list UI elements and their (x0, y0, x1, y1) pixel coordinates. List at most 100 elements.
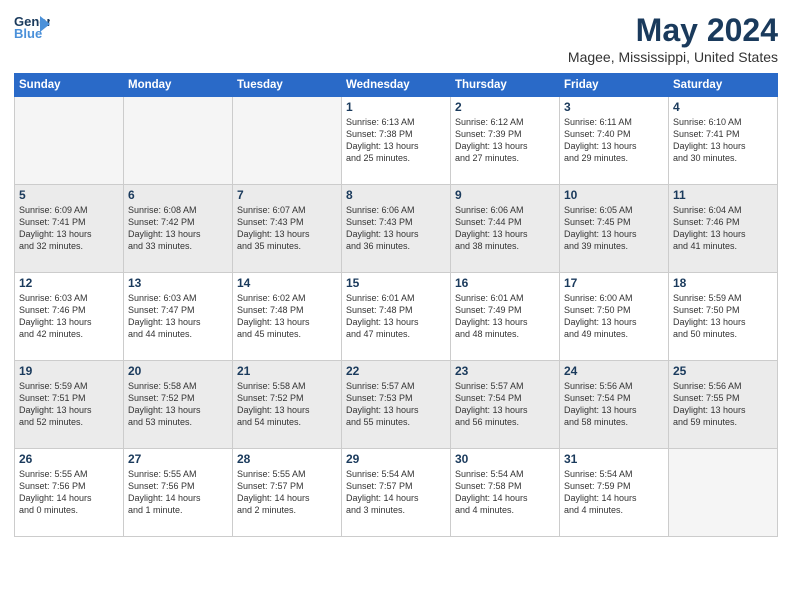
table-row: 1 Sunrise: 6:13 AM Sunset: 7:38 PM Daylig… (342, 97, 451, 185)
table-row: 8 Sunrise: 6:06 AM Sunset: 7:43 PM Daylig… (342, 185, 451, 273)
day-info: Sunrise: 6:10 AM Sunset: 7:41 PM Dayligh… (673, 116, 773, 165)
table-row: 15 Sunrise: 6:01 AM Sunset: 7:48 PM Dayli… (342, 273, 451, 361)
col-thursday: Thursday (451, 74, 560, 97)
day-number: 2 (455, 100, 555, 114)
day-info: Sunrise: 6:06 AM Sunset: 7:43 PM Dayligh… (346, 204, 446, 253)
day-info: Sunrise: 6:01 AM Sunset: 7:49 PM Dayligh… (455, 292, 555, 341)
day-info: Sunrise: 5:59 AM Sunset: 7:51 PM Dayligh… (19, 380, 119, 429)
day-info: Sunrise: 6:12 AM Sunset: 7:39 PM Dayligh… (455, 116, 555, 165)
day-number: 14 (237, 276, 337, 290)
col-tuesday: Tuesday (233, 74, 342, 97)
day-number: 13 (128, 276, 228, 290)
table-row: 20 Sunrise: 5:58 AM Sunset: 7:52 PM Dayli… (124, 361, 233, 449)
day-info: Sunrise: 5:57 AM Sunset: 7:54 PM Dayligh… (455, 380, 555, 429)
day-info: Sunrise: 6:02 AM Sunset: 7:48 PM Dayligh… (237, 292, 337, 341)
day-number: 28 (237, 452, 337, 466)
table-row: 16 Sunrise: 6:01 AM Sunset: 7:49 PM Dayli… (451, 273, 560, 361)
day-number: 15 (346, 276, 446, 290)
day-number: 26 (19, 452, 119, 466)
day-number: 3 (564, 100, 664, 114)
day-info: Sunrise: 5:54 AM Sunset: 7:57 PM Dayligh… (346, 468, 446, 517)
table-row: 18 Sunrise: 5:59 AM Sunset: 7:50 PM Dayli… (669, 273, 778, 361)
day-info: Sunrise: 5:55 AM Sunset: 7:57 PM Dayligh… (237, 468, 337, 517)
header-row: Sunday Monday Tuesday Wednesday Thursday… (15, 74, 778, 97)
day-number: 9 (455, 188, 555, 202)
day-number: 18 (673, 276, 773, 290)
day-info: Sunrise: 6:06 AM Sunset: 7:44 PM Dayligh… (455, 204, 555, 253)
day-info: Sunrise: 6:03 AM Sunset: 7:47 PM Dayligh… (128, 292, 228, 341)
day-number: 1 (346, 100, 446, 114)
svg-text:Blue: Blue (14, 26, 42, 40)
table-row: 21 Sunrise: 5:58 AM Sunset: 7:52 PM Dayli… (233, 361, 342, 449)
day-number: 29 (346, 452, 446, 466)
week-row-2: 5 Sunrise: 6:09 AM Sunset: 7:41 PM Daylig… (15, 185, 778, 273)
day-info: Sunrise: 6:13 AM Sunset: 7:38 PM Dayligh… (346, 116, 446, 165)
logo-icon: General Blue (14, 12, 50, 40)
day-info: Sunrise: 5:55 AM Sunset: 7:56 PM Dayligh… (128, 468, 228, 517)
day-info: Sunrise: 6:08 AM Sunset: 7:42 PM Dayligh… (128, 204, 228, 253)
day-info: Sunrise: 6:01 AM Sunset: 7:48 PM Dayligh… (346, 292, 446, 341)
day-number: 30 (455, 452, 555, 466)
table-row: 10 Sunrise: 6:05 AM Sunset: 7:45 PM Dayli… (560, 185, 669, 273)
calendar-page: General Blue May 2024 Magee, Mississippi… (0, 0, 792, 612)
day-info: Sunrise: 6:07 AM Sunset: 7:43 PM Dayligh… (237, 204, 337, 253)
table-row: 3Sunrise: 6:11 AM Sunset: 7:40 PM Daylig… (560, 97, 669, 185)
day-info: Sunrise: 5:55 AM Sunset: 7:56 PM Dayligh… (19, 468, 119, 517)
table-row: 4Sunrise: 6:10 AM Sunset: 7:41 PM Daylig… (669, 97, 778, 185)
day-number: 27 (128, 452, 228, 466)
col-sunday: Sunday (15, 74, 124, 97)
day-number: 21 (237, 364, 337, 378)
table-row: 19 Sunrise: 5:59 AM Sunset: 7:51 PM Dayli… (15, 361, 124, 449)
day-number: 11 (673, 188, 773, 202)
table-row (124, 97, 233, 185)
day-number: 22 (346, 364, 446, 378)
day-number: 6 (128, 188, 228, 202)
table-row: 5 Sunrise: 6:09 AM Sunset: 7:41 PM Daylig… (15, 185, 124, 273)
table-row: 26 Sunrise: 5:55 AM Sunset: 7:56 PM Dayli… (15, 449, 124, 537)
day-info: Sunrise: 6:03 AM Sunset: 7:46 PM Dayligh… (19, 292, 119, 341)
col-saturday: Saturday (669, 74, 778, 97)
day-number: 24 (564, 364, 664, 378)
day-number: 19 (19, 364, 119, 378)
day-number: 23 (455, 364, 555, 378)
table-row: 17Sunrise: 6:00 AM Sunset: 7:50 PM Dayli… (560, 273, 669, 361)
week-row-3: 12Sunrise: 6:03 AM Sunset: 7:46 PM Dayli… (15, 273, 778, 361)
table-row: 13 Sunrise: 6:03 AM Sunset: 7:47 PM Dayli… (124, 273, 233, 361)
day-number: 5 (19, 188, 119, 202)
col-friday: Friday (560, 74, 669, 97)
day-number: 20 (128, 364, 228, 378)
col-wednesday: Wednesday (342, 74, 451, 97)
week-row-1: 1 Sunrise: 6:13 AM Sunset: 7:38 PM Daylig… (15, 97, 778, 185)
day-info: Sunrise: 5:59 AM Sunset: 7:50 PM Dayligh… (673, 292, 773, 341)
logo: General Blue (14, 12, 50, 40)
table-row: 28 Sunrise: 5:55 AM Sunset: 7:57 PM Dayli… (233, 449, 342, 537)
day-number: 8 (346, 188, 446, 202)
table-row: 22Sunrise: 5:57 AM Sunset: 7:53 PM Dayli… (342, 361, 451, 449)
day-info: Sunrise: 6:05 AM Sunset: 7:45 PM Dayligh… (564, 204, 664, 253)
day-info: Sunrise: 5:54 AM Sunset: 7:59 PM Dayligh… (564, 468, 664, 517)
table-row (233, 97, 342, 185)
table-row: 14 Sunrise: 6:02 AM Sunset: 7:48 PM Dayli… (233, 273, 342, 361)
table-row (15, 97, 124, 185)
day-info: Sunrise: 6:04 AM Sunset: 7:46 PM Dayligh… (673, 204, 773, 253)
table-row: 29 Sunrise: 5:54 AM Sunset: 7:57 PM Dayli… (342, 449, 451, 537)
table-row: 24Sunrise: 5:56 AM Sunset: 7:54 PM Dayli… (560, 361, 669, 449)
table-row: 11 Sunrise: 6:04 AM Sunset: 7:46 PM Dayli… (669, 185, 778, 273)
table-row: 31Sunrise: 5:54 AM Sunset: 7:59 PM Dayli… (560, 449, 669, 537)
month-title: May 2024 (568, 12, 778, 49)
day-info: Sunrise: 5:56 AM Sunset: 7:55 PM Dayligh… (673, 380, 773, 429)
table-row: 27 Sunrise: 5:55 AM Sunset: 7:56 PM Dayli… (124, 449, 233, 537)
day-number: 10 (564, 188, 664, 202)
table-row: 2 Sunrise: 6:12 AM Sunset: 7:39 PM Daylig… (451, 97, 560, 185)
day-info: Sunrise: 6:00 AM Sunset: 7:50 PM Dayligh… (564, 292, 664, 341)
location: Magee, Mississippi, United States (568, 49, 778, 65)
calendar-table: Sunday Monday Tuesday Wednesday Thursday… (14, 73, 778, 537)
day-info: Sunrise: 6:09 AM Sunset: 7:41 PM Dayligh… (19, 204, 119, 253)
day-number: 25 (673, 364, 773, 378)
week-row-4: 19 Sunrise: 5:59 AM Sunset: 7:51 PM Dayli… (15, 361, 778, 449)
table-row: 7Sunrise: 6:07 AM Sunset: 7:43 PM Daylig… (233, 185, 342, 273)
day-info: Sunrise: 5:58 AM Sunset: 7:52 PM Dayligh… (128, 380, 228, 429)
day-number: 16 (455, 276, 555, 290)
day-info: Sunrise: 5:58 AM Sunset: 7:52 PM Dayligh… (237, 380, 337, 429)
title-block: May 2024 Magee, Mississippi, United Stat… (568, 12, 778, 65)
